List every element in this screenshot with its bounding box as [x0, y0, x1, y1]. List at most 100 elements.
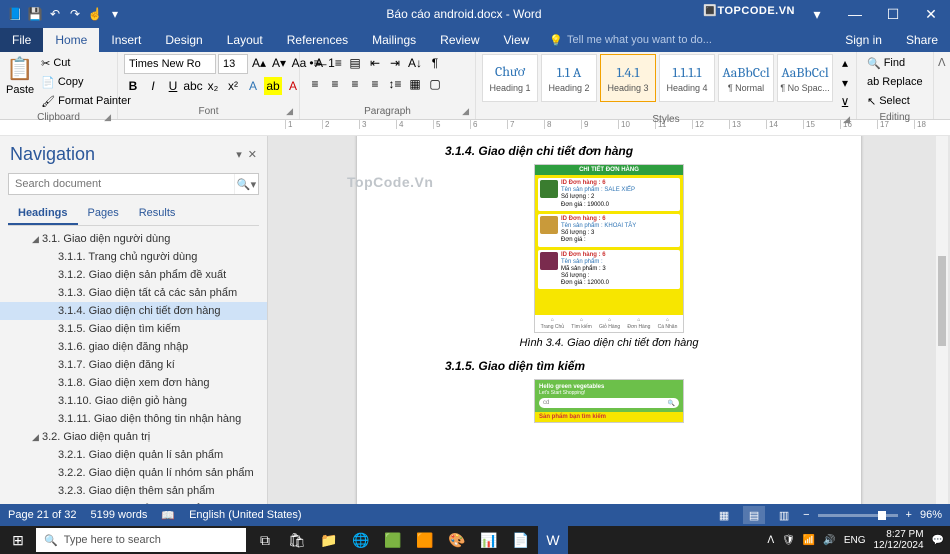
- tb-explorer[interactable]: 📁: [314, 526, 344, 554]
- nav-item[interactable]: ◢3.2. Giao diện quản trị: [0, 428, 267, 446]
- close-button[interactable]: ✕: [912, 0, 950, 28]
- tray-volume[interactable]: 🔊: [823, 535, 835, 546]
- style-heading-4[interactable]: 1.1.1.1Heading 4: [659, 54, 715, 102]
- subscript-button[interactable]: x₂: [204, 77, 222, 95]
- language-indicator[interactable]: English (United States): [189, 509, 302, 521]
- italic-button[interactable]: I: [144, 77, 162, 95]
- nav-search[interactable]: 🔍▾: [8, 173, 259, 195]
- justify[interactable]: ≡: [366, 75, 384, 93]
- replace-button[interactable]: abReplace: [863, 73, 927, 91]
- underline-button[interactable]: U: [164, 77, 182, 95]
- spell-icon[interactable]: 📖: [161, 509, 175, 522]
- tab-file[interactable]: File: [0, 28, 43, 52]
- search-icon[interactable]: 🔍▾: [234, 174, 258, 194]
- tab-insert[interactable]: Insert: [99, 28, 153, 52]
- tb-edge[interactable]: 🌐: [346, 526, 376, 554]
- nav-item[interactable]: 3.2.2. Giao diện quản lí nhóm sản phẩm: [0, 464, 267, 482]
- tb-app[interactable]: 🎨: [442, 526, 472, 554]
- bullets-button[interactable]: •≡: [306, 54, 324, 72]
- tab-mailings[interactable]: Mailings: [360, 28, 428, 52]
- style-heading-3[interactable]: 1.4.1Heading 3: [600, 54, 656, 102]
- tab-references[interactable]: References: [275, 28, 360, 52]
- qa-redo[interactable]: ↷: [66, 5, 84, 23]
- word-count[interactable]: 5199 words: [91, 509, 148, 521]
- nav-tab-results[interactable]: Results: [129, 203, 186, 225]
- nav-item[interactable]: 3.1.3. Giao diện tất cả các sản phẩm: [0, 284, 267, 302]
- nav-item[interactable]: 3.1.4. Giao diện chi tiết đơn hàng: [0, 302, 267, 320]
- nav-item[interactable]: 3.1.7. Giao diện đăng kí: [0, 356, 267, 374]
- tb-app[interactable]: 🟧: [410, 526, 440, 554]
- borders-button[interactable]: ▢: [426, 75, 444, 93]
- dialog-launcher[interactable]: ◢: [104, 112, 111, 123]
- tb-app[interactable]: 🛍: [282, 526, 312, 554]
- nav-item[interactable]: 3.1.6. giao diện đăng nhập: [0, 338, 267, 356]
- multilevel-button[interactable]: ▤: [346, 54, 364, 72]
- grow-font[interactable]: A▴: [250, 54, 268, 72]
- search-input[interactable]: [9, 174, 234, 194]
- qa-save[interactable]: 💾: [26, 5, 44, 23]
- style--no-spac-[interactable]: AaBbCcl¶ No Spac...: [777, 54, 833, 102]
- page-indicator[interactable]: Page 21 of 32: [8, 509, 77, 521]
- strike-button[interactable]: abc: [184, 77, 202, 95]
- share-button[interactable]: Share: [894, 28, 950, 52]
- tray-clock[interactable]: 8:27 PM12/12/2024: [873, 529, 923, 551]
- task-view[interactable]: ⧉: [250, 526, 280, 554]
- tray-shield[interactable]: 🛡: [782, 535, 795, 546]
- zoom-out[interactable]: −: [803, 509, 809, 521]
- nav-item[interactable]: 3.2.3. Giao diện thêm sản phẩm: [0, 482, 267, 500]
- tab-home[interactable]: Home: [43, 28, 99, 52]
- align-right[interactable]: ≡: [346, 75, 364, 93]
- superscript-button[interactable]: x²: [224, 77, 242, 95]
- nav-item[interactable]: 3.1.2. Giao diện sản phẩm đề xuất: [0, 266, 267, 284]
- tray-notifications[interactable]: 💬: [932, 535, 944, 546]
- align-left[interactable]: ≡: [306, 75, 324, 93]
- qa-undo[interactable]: ↶: [46, 5, 64, 23]
- tb-app[interactable]: 🟩: [378, 526, 408, 554]
- tab-review[interactable]: Review: [428, 28, 491, 52]
- taskbar-search[interactable]: 🔍Type here to search: [36, 528, 246, 552]
- align-center[interactable]: ≡: [326, 75, 344, 93]
- maximize-button[interactable]: ☐: [874, 0, 912, 28]
- tab-layout[interactable]: Layout: [215, 28, 275, 52]
- nav-item[interactable]: 3.2.1. Giao diện quản lí sản phẩm: [0, 446, 267, 464]
- tab-view[interactable]: View: [492, 28, 542, 52]
- bold-button[interactable]: B: [124, 77, 142, 95]
- qa-customize[interactable]: ▾: [106, 5, 124, 23]
- dialog-launcher[interactable]: ◢: [843, 114, 850, 125]
- styles-gallery[interactable]: ChươHeading 11.1 AHeading 21.4.1Heading …: [482, 54, 850, 112]
- nav-tree[interactable]: ◢3.1. Giao diện người dùng3.1.1. Trang c…: [0, 226, 267, 504]
- style-heading-1[interactable]: ChươHeading 1: [482, 54, 538, 102]
- tab-design[interactable]: Design: [153, 28, 214, 52]
- style--normal[interactable]: AaBbCcl¶ Normal: [718, 54, 774, 102]
- numbering-button[interactable]: 1≡: [326, 54, 344, 72]
- styles-down[interactable]: ▾: [836, 74, 854, 92]
- nav-item[interactable]: 3.1.11. Giao diện thông tin nhận hàng: [0, 410, 267, 428]
- show-marks[interactable]: ¶: [426, 54, 444, 72]
- tb-word[interactable]: W: [538, 526, 568, 554]
- collapse-ribbon[interactable]: ᐱ: [938, 56, 946, 69]
- styles-more[interactable]: ⊻: [836, 94, 854, 112]
- zoom-level[interactable]: 96%: [920, 509, 942, 521]
- qa-touch[interactable]: ☝: [86, 5, 104, 23]
- read-mode[interactable]: ▦: [713, 506, 735, 524]
- minimize-button[interactable]: —: [836, 0, 874, 28]
- paste-button[interactable]: 📋Paste: [6, 54, 34, 96]
- tray-chevron[interactable]: ᐱ: [767, 535, 774, 546]
- scrollbar-vertical[interactable]: [936, 136, 948, 504]
- font-size-select[interactable]: 13: [218, 54, 248, 74]
- nav-item[interactable]: 3.2.4. Giao diện sửa sản phẩm: [0, 500, 267, 504]
- tell-me[interactable]: 💡Tell me what you want to do...: [549, 28, 712, 52]
- ribbon-options[interactable]: ▾: [798, 0, 836, 28]
- tb-app[interactable]: 📄: [506, 526, 536, 554]
- nav-close[interactable]: ✕: [248, 148, 257, 161]
- document-area[interactable]: TopCode.Vn 3.1.4. Giao diện chi tiết đơn…: [268, 136, 950, 504]
- increase-indent[interactable]: ⇥: [386, 54, 404, 72]
- highlight-button[interactable]: ab: [264, 77, 282, 95]
- nav-item[interactable]: 3.1.10. Giao diện giỏ hàng: [0, 392, 267, 410]
- nav-item[interactable]: 3.1.1. Trang chủ người dùng: [0, 248, 267, 266]
- sign-in[interactable]: Sign in: [833, 28, 894, 52]
- tray-lang[interactable]: ENG: [844, 535, 866, 546]
- dialog-launcher[interactable]: ◢: [286, 106, 293, 117]
- dialog-launcher[interactable]: ◢: [462, 106, 469, 117]
- font-name-select[interactable]: Times New Ro: [124, 54, 216, 74]
